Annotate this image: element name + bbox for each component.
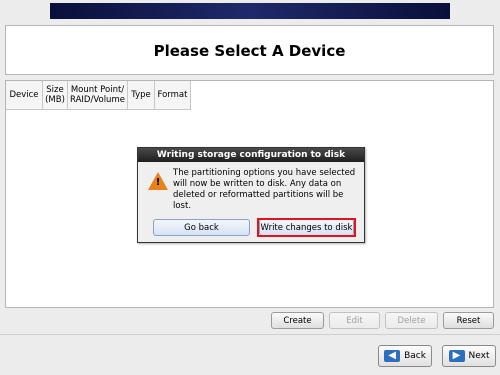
divider [0,334,500,335]
column-device[interactable]: Device [6,81,43,109]
title-panel: Please Select A Device [5,25,494,75]
next-button[interactable]: ▶ Next [442,345,496,367]
create-button[interactable]: Create [271,312,324,329]
column-type[interactable]: Type [128,81,155,109]
header-banner [50,3,450,19]
dialog-title: Writing storage configuration to disk [138,148,364,162]
column-mount-point[interactable]: Mount Point/ RAID/Volume [68,81,128,109]
go-back-button[interactable]: Go back [153,219,250,236]
edit-button[interactable]: Edit [329,312,380,329]
arrow-left-icon: ◀ [384,350,401,362]
warning-icon-mark: ! [155,177,161,188]
delete-button[interactable]: Delete [385,312,438,329]
write-changes-highlight [257,218,356,237]
dialog-message: The partitioning options you have select… [173,168,356,211]
table-header: Device Size (MB) Mount Point/ RAID/Volum… [6,81,191,110]
column-format[interactable]: Format [155,81,191,109]
column-size[interactable]: Size (MB) [43,81,68,109]
back-button[interactable]: ◀ Back [378,345,432,367]
reset-button[interactable]: Reset [443,312,494,329]
arrow-right-icon: ▶ [448,350,465,362]
page-title: Please Select A Device [153,42,346,60]
confirm-dialog: Writing storage configuration to disk ! … [137,147,365,243]
back-label: Back [404,351,426,361]
next-label: Next [468,351,490,361]
